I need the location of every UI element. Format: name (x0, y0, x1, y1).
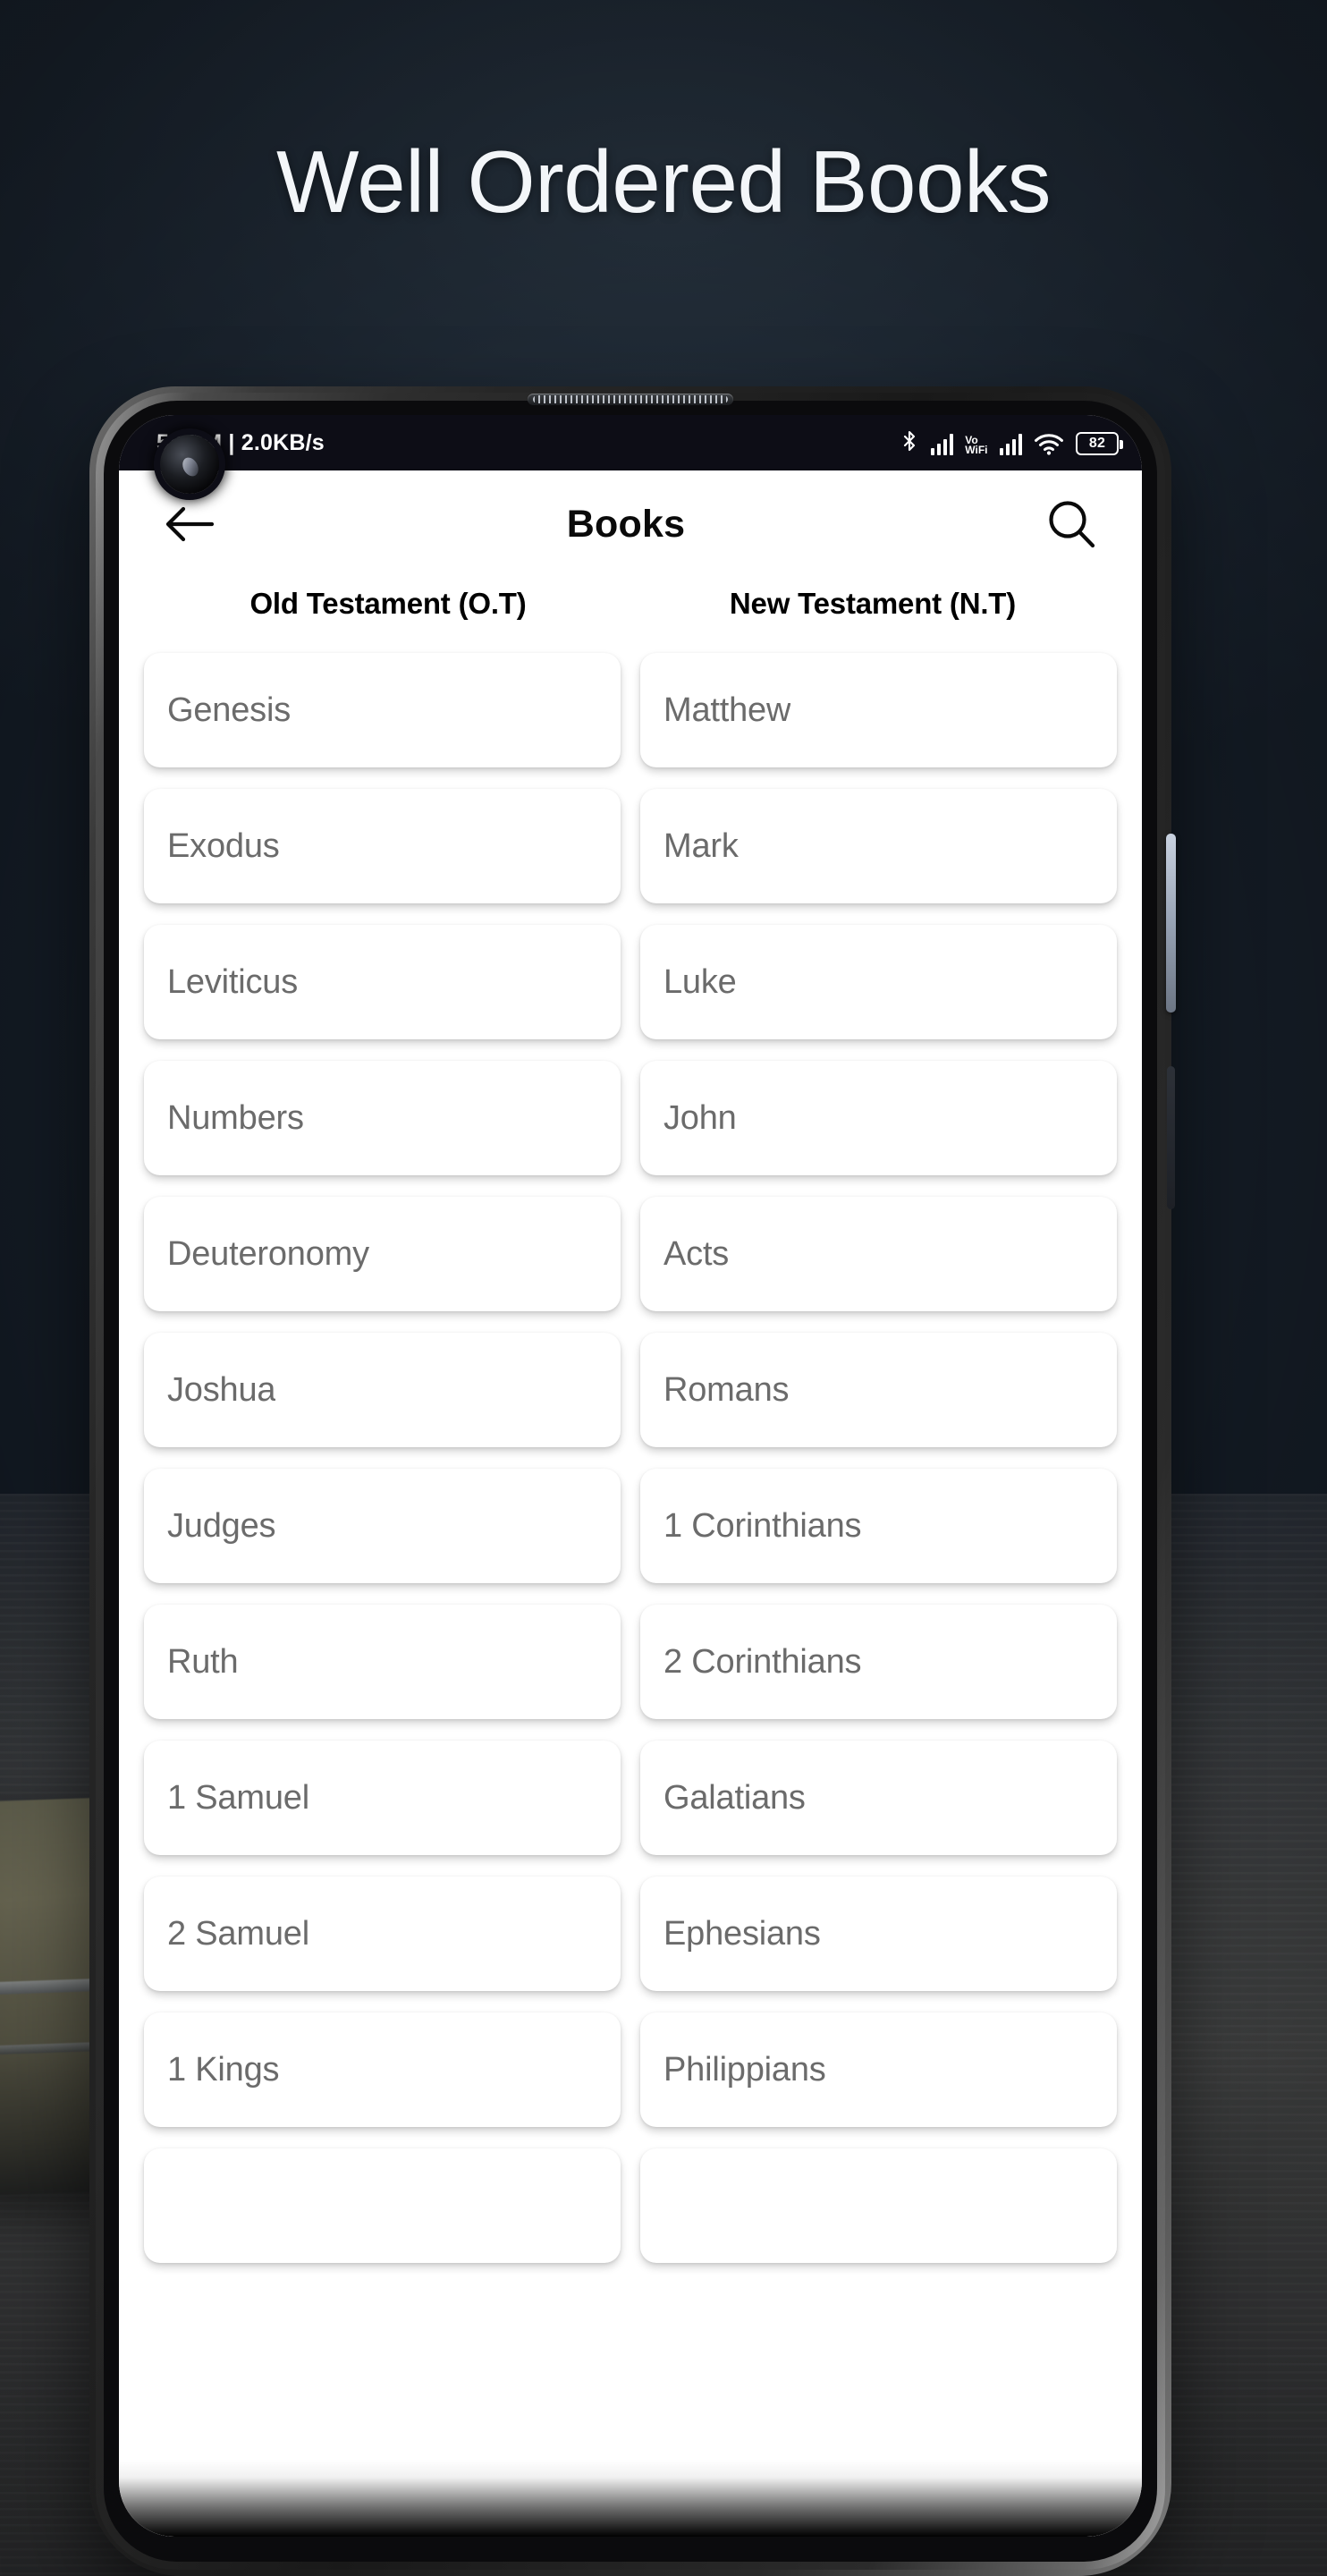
book-card[interactable]: Galatians (640, 1741, 1117, 1855)
books-screen: Books Old Testament (O.T) New Testament … (119, 470, 1142, 2537)
book-name-label: Galatians (664, 1778, 806, 1817)
book-name-label: Luke (664, 962, 737, 1001)
bluetooth-icon (903, 430, 915, 452)
book-name-label: Acts (664, 1234, 730, 1273)
battery-icon: 82 (1076, 432, 1123, 455)
book-card[interactable]: Leviticus (144, 925, 621, 1039)
book-card[interactable]: Ephesians (640, 1877, 1117, 1991)
book-card[interactable] (144, 2148, 621, 2263)
signal-bars-icon (930, 433, 954, 455)
signal-bars-secondary-icon (999, 433, 1022, 455)
book-card[interactable]: Philippians (640, 2012, 1117, 2127)
book-name-label: Ephesians (664, 1914, 821, 1953)
book-name-label: Judges (167, 1506, 276, 1545)
battery-level-label: 82 (1088, 436, 1106, 451)
phone-mockup: 58 PM | 2.0KB/s Vo WiFi 82 Books Old Tes… (89, 386, 1176, 2576)
new-testament-header: New Testament (N.T) (729, 587, 1017, 620)
book-name-label: Exodus (167, 826, 280, 865)
book-card[interactable]: 1 Samuel (144, 1741, 621, 1855)
book-card[interactable]: Luke (640, 925, 1117, 1039)
vowifi-label-bottom: WiFi (965, 444, 988, 456)
phone-screen: 58 PM | 2.0KB/s Vo WiFi 82 Books Old Tes… (119, 415, 1142, 2537)
book-card[interactable]: Romans (640, 1333, 1117, 1447)
wifi-icon (1035, 434, 1063, 455)
book-name-label: Matthew (664, 691, 791, 729)
status-bar: 58 PM | 2.0KB/s Vo WiFi 82 (119, 415, 1142, 470)
book-name-label: Joshua (167, 1370, 276, 1409)
book-name-label: Mark (664, 826, 739, 865)
book-card[interactable]: Judges (144, 1469, 621, 1583)
book-card[interactable]: Matthew (640, 653, 1117, 767)
book-card[interactable]: Deuteronomy (144, 1197, 621, 1311)
app-bar-title: Books (566, 502, 686, 546)
book-name-label: 1 Samuel (167, 1778, 309, 1817)
search-icon[interactable] (1044, 496, 1099, 552)
book-name-label: John (664, 1098, 737, 1137)
app-bar: Books (119, 470, 1142, 578)
status-bar-icons: Vo WiFi 82 (900, 430, 1123, 456)
book-name-label: Philippians (664, 2050, 826, 2089)
earpiece-speaker-icon (528, 394, 733, 405)
column-headers: Old Testament (O.T) New Testament (N.T) (119, 578, 1142, 621)
book-card[interactable]: 2 Corinthians (640, 1605, 1117, 1719)
book-name-label: Leviticus (167, 962, 299, 1001)
book-card[interactable]: Joshua (144, 1333, 621, 1447)
book-name-label: Numbers (167, 1098, 304, 1137)
book-card[interactable]: John (640, 1061, 1117, 1175)
book-name-label: Genesis (167, 691, 292, 729)
book-name-label: Ruth (167, 1642, 239, 1681)
vowifi-indicator: Vo WiFi (965, 435, 988, 456)
book-card[interactable]: 1 Corinthians (640, 1469, 1117, 1583)
book-name-label: 2 Samuel (167, 1914, 309, 1953)
book-name-label: Romans (664, 1370, 790, 1409)
book-name-label: 1 Corinthians (664, 1506, 862, 1545)
book-name-label: 1 Kings (167, 2050, 280, 2089)
book-card[interactable]: 2 Samuel (144, 1877, 621, 1991)
book-card[interactable]: Ruth (144, 1605, 621, 1719)
page-title: Well Ordered Books (275, 132, 1052, 231)
book-card[interactable] (640, 2148, 1117, 2263)
book-card[interactable]: 1 Kings (144, 2012, 621, 2127)
book-name-label: Deuteronomy (167, 1234, 369, 1273)
book-name-label: 2 Corinthians (664, 1642, 862, 1681)
front-camera-punchhole-icon (160, 435, 219, 494)
books-lists[interactable]: Genesis Exodus Leviticus Numbers Deuteronomy… (119, 621, 1142, 2529)
volume-button[interactable] (1167, 1066, 1175, 1209)
book-card[interactable]: Numbers (144, 1061, 621, 1175)
power-button[interactable] (1166, 834, 1176, 1013)
book-card[interactable]: Mark (640, 789, 1117, 903)
promo-stage: Well Ordered Books 58 PM | 2.0KB/s Vo Wi… (0, 0, 1327, 2576)
old-testament-header: Old Testament (O.T) (249, 587, 527, 620)
book-card[interactable]: Genesis (144, 653, 621, 767)
old-testament-list[interactable]: Genesis Exodus Leviticus Numbers Deuteronomy… (144, 653, 621, 2529)
book-card[interactable]: Exodus (144, 789, 621, 903)
book-card[interactable]: Acts (640, 1197, 1117, 1311)
new-testament-list[interactable]: Matthew Mark Luke John Acts Romans 1 Corinthia… (640, 653, 1117, 2529)
